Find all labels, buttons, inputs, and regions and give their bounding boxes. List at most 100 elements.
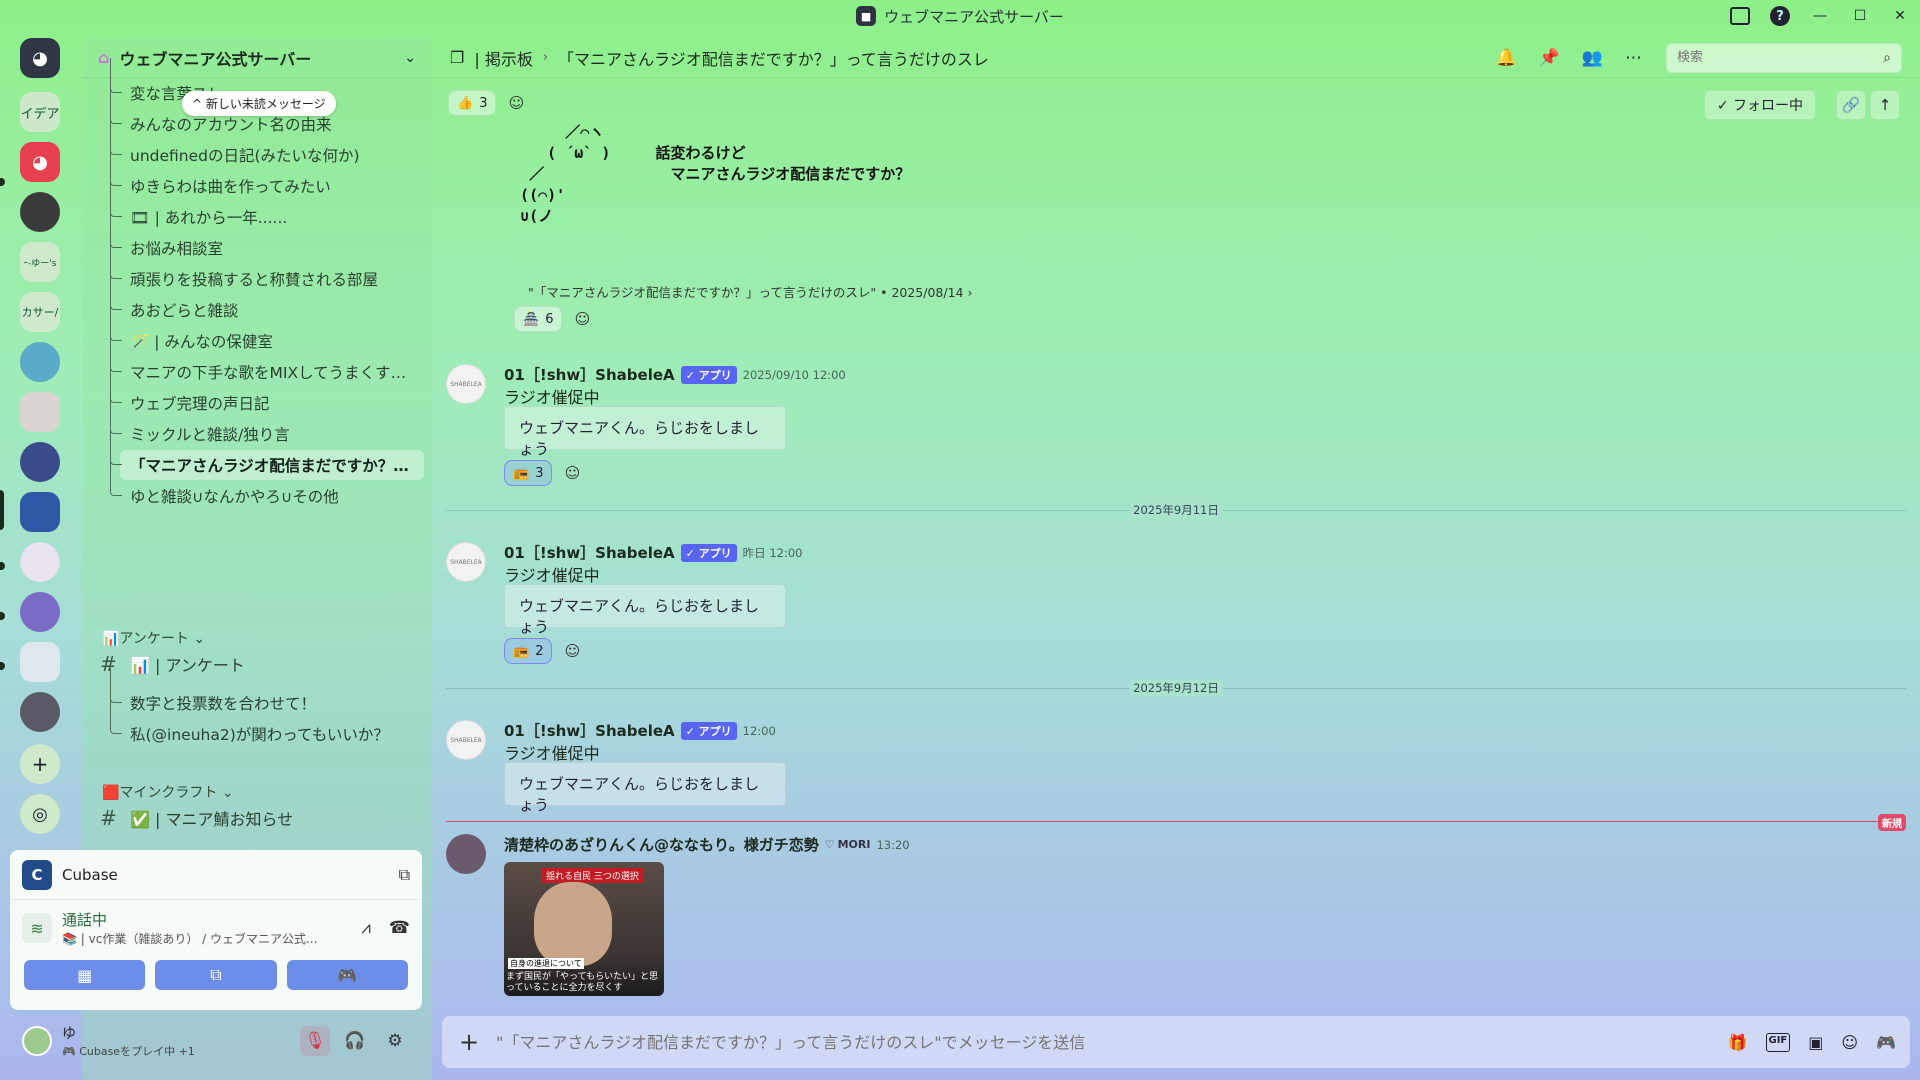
bell-icon[interactable]: 🔔 — [1495, 48, 1516, 68]
gift-icon[interactable]: 🎁 — [1728, 1033, 1748, 1052]
avatar[interactable] — [446, 834, 486, 874]
thread-item-active[interactable]: 「マニアさんラジオ配信まだですか？」って言うだけのスレ — [110, 430, 424, 480]
thread-item[interactable]: ウェブ完理の声日記 — [102, 368, 422, 418]
activities-button[interactable]: 🎮 — [286, 960, 408, 990]
reaction-thumbs-up[interactable]: 👍 3 — [448, 90, 497, 116]
avatar[interactable] — [22, 1026, 52, 1056]
breadcrumb-separator: › — [542, 50, 549, 65]
server-icon-9[interactable] — [20, 492, 60, 532]
header-actions: 🔔 📌 👥 ⋯ — [1495, 48, 1642, 68]
server-icon-discord[interactable]: ◕ — [20, 142, 60, 182]
selected-server-pill — [0, 490, 4, 530]
server-icon-6[interactable] — [20, 342, 60, 382]
image-subtitle: まず国民が「やってもらいたい」と思っていることに全力を尽くす — [506, 972, 659, 993]
maximize-button[interactable]: ☐ — [1840, 0, 1880, 32]
gear-icon[interactable]: ⚙ — [380, 1026, 410, 1056]
date-divider: 2025年9月11日 — [446, 502, 1906, 518]
avatar[interactable]: SHABELEA — [446, 542, 486, 582]
screen-share-icon[interactable]: ⧉ — [399, 865, 410, 885]
emoji-icon[interactable]: ☺ — [1841, 1033, 1858, 1052]
camera-off-button[interactable]: ▦ — [24, 960, 146, 990]
message-input[interactable] — [496, 1032, 1714, 1052]
server-icon-5[interactable]: カサー/ — [20, 292, 60, 332]
inbox-button[interactable] — [1720, 0, 1760, 32]
reaction-castle[interactable]: 🏯 6 — [514, 306, 563, 332]
search-input[interactable] — [1677, 50, 1884, 65]
server-header[interactable]: ⌂ ウェブマニア公式サーバー ⌄ — [82, 38, 432, 78]
image-attachment[interactable]: 揺れる自民 三つの選択 自身の進退について まず国民が「やってもらいたい」と思っ… — [504, 862, 664, 996]
search-box[interactable]: ⌕ — [1666, 42, 1902, 73]
thread-item[interactable]: ゆきらわは曲を作ってみたい — [102, 151, 422, 201]
gif-icon[interactable]: GIF — [1765, 1032, 1791, 1052]
discord-home-icon[interactable]: ◕ — [20, 38, 60, 78]
add-server-icon[interactable]: + — [20, 744, 60, 784]
help-button[interactable]: ? — [1760, 0, 1800, 32]
add-reaction-icon[interactable]: ☺ — [504, 91, 528, 115]
server-icon-4[interactable]: ｰ-ゆー's — [20, 242, 60, 282]
server-icon-10[interactable] — [20, 542, 60, 582]
server-icon-idea[interactable]: イデア — [20, 92, 60, 132]
now-playing[interactable]: C Cubase ⧉ — [10, 850, 422, 900]
author-name[interactable]: 01［!shw］ShabeleA — [504, 720, 675, 741]
headphones-icon[interactable]: 🎧 — [340, 1026, 370, 1056]
avatar[interactable]: SHABELEA — [446, 720, 486, 760]
category-minecraft[interactable]: 🟥マインクラフト ⌄ — [102, 782, 234, 802]
add-reaction-icon[interactable]: ☺ — [570, 307, 594, 331]
add-reaction-icon[interactable]: ☺ — [560, 639, 584, 663]
disconnect-icon[interactable]: ☎ — [389, 918, 410, 938]
thread-item[interactable]: ミックルと雑談/独り言 — [102, 399, 422, 449]
thread-item[interactable]: マニアの下手な歌をMIXしてうまくする部屋 — [102, 337, 422, 387]
thread-item[interactable]: ゆと雑談∪なんかやろ∪その他 — [102, 461, 422, 511]
server-icon-7[interactable] — [20, 392, 60, 432]
minimize-button[interactable]: — — [1800, 0, 1840, 32]
mic-muted-icon[interactable]: 🎙 — [300, 1026, 330, 1056]
unread-dot — [0, 562, 5, 570]
category-poll[interactable]: 📊アンケート ⌄ — [102, 628, 205, 648]
thread-label: 頑張りを投稿すると称賛される部屋 — [130, 271, 379, 289]
server-icon-3[interactable] — [20, 192, 60, 232]
server-icon-11[interactable] — [20, 592, 60, 632]
forum-name[interactable]: | 掲示板 — [474, 46, 532, 70]
jump-top-icon[interactable]: ↑ — [1870, 90, 1900, 120]
thread-item[interactable]: 🪄 | みんなの保健室 — [102, 306, 422, 356]
sticker-icon[interactable]: ▣ — [1808, 1033, 1823, 1052]
thread-item[interactable]: undefinedの日記(みたいな何か) — [102, 120, 422, 170]
thread-label: ゆきらわは曲を作ってみたい — [130, 178, 331, 196]
explore-servers-icon[interactable]: ◎ — [20, 794, 60, 834]
forum-icon: ❐ — [450, 48, 465, 67]
reaction-radio[interactable]: 📻 2 — [504, 638, 553, 664]
thread-item[interactable]: 私(@ineuha2)が関わってもいいか？ — [102, 699, 422, 749]
copy-link-icon[interactable]: 🔗 — [1836, 90, 1866, 120]
server-icon-13[interactable] — [20, 692, 60, 732]
channel-mc-announce[interactable]: # ✅ | マニア鯖お知らせ — [100, 806, 293, 830]
new-unread-pill[interactable]: ^ 新しい未読メッセージ — [182, 91, 336, 116]
voice-action-buttons: ▦ ⧉ 🎮 — [10, 956, 422, 994]
follow-button[interactable]: ✓ フォロー中 — [1703, 90, 1816, 120]
author-name[interactable]: 清楚枠のあざりんくん@ななもり。様ガチ恋勢 — [504, 834, 819, 855]
signal-icon[interactable]: ≋ — [22, 913, 52, 943]
voice-channel-name[interactable]: 📚 | vc作業（雑談あり） / ウェブマニア公式... — [62, 930, 317, 947]
author-name[interactable]: 01［!shw］ShabeleA — [504, 542, 675, 563]
members-icon[interactable]: 👥 — [1582, 48, 1603, 68]
thread-item[interactable]: あおどらと雑談 — [102, 275, 422, 325]
thread-item[interactable]: 頑張りを投稿すると称賛される部屋 — [102, 244, 422, 294]
noise-suppression-icon[interactable]: ⩘ — [361, 918, 371, 938]
pin-icon[interactable]: 📌 — [1539, 48, 1560, 68]
apps-icon[interactable]: 🎮 — [1876, 1033, 1896, 1052]
avatar[interactable]: SHABELEA — [446, 364, 486, 404]
server-icon-8[interactable] — [20, 442, 60, 482]
server-icon-12[interactable] — [20, 642, 60, 682]
author-name[interactable]: 01［!shw］ShabeleA — [504, 364, 675, 385]
close-button[interactable]: ✕ — [1880, 0, 1920, 32]
share-screen-button[interactable]: ⧉ — [155, 960, 277, 990]
add-reaction-icon[interactable]: ☺ — [560, 461, 584, 485]
reaction-radio[interactable]: 📻 3 — [504, 460, 553, 486]
inbox-icon — [1730, 7, 1750, 25]
window-title-text: ウェブマニア公式サーバー — [884, 7, 1064, 26]
thread-item[interactable]: 数字と投票数を合わせて！ — [102, 668, 422, 718]
thread-item[interactable]: お悩み相談室 — [102, 213, 422, 263]
thread-item[interactable]: 🎞 | あれから一年...... — [102, 182, 422, 232]
more-icon[interactable]: ⋯ — [1625, 48, 1642, 68]
forwarded-quote[interactable]: "「マニアさんラジオ配信まだですか？」って言うだけのスレ" • 2025/08/… — [528, 282, 972, 301]
attach-plus-icon[interactable]: + — [456, 1028, 482, 1056]
